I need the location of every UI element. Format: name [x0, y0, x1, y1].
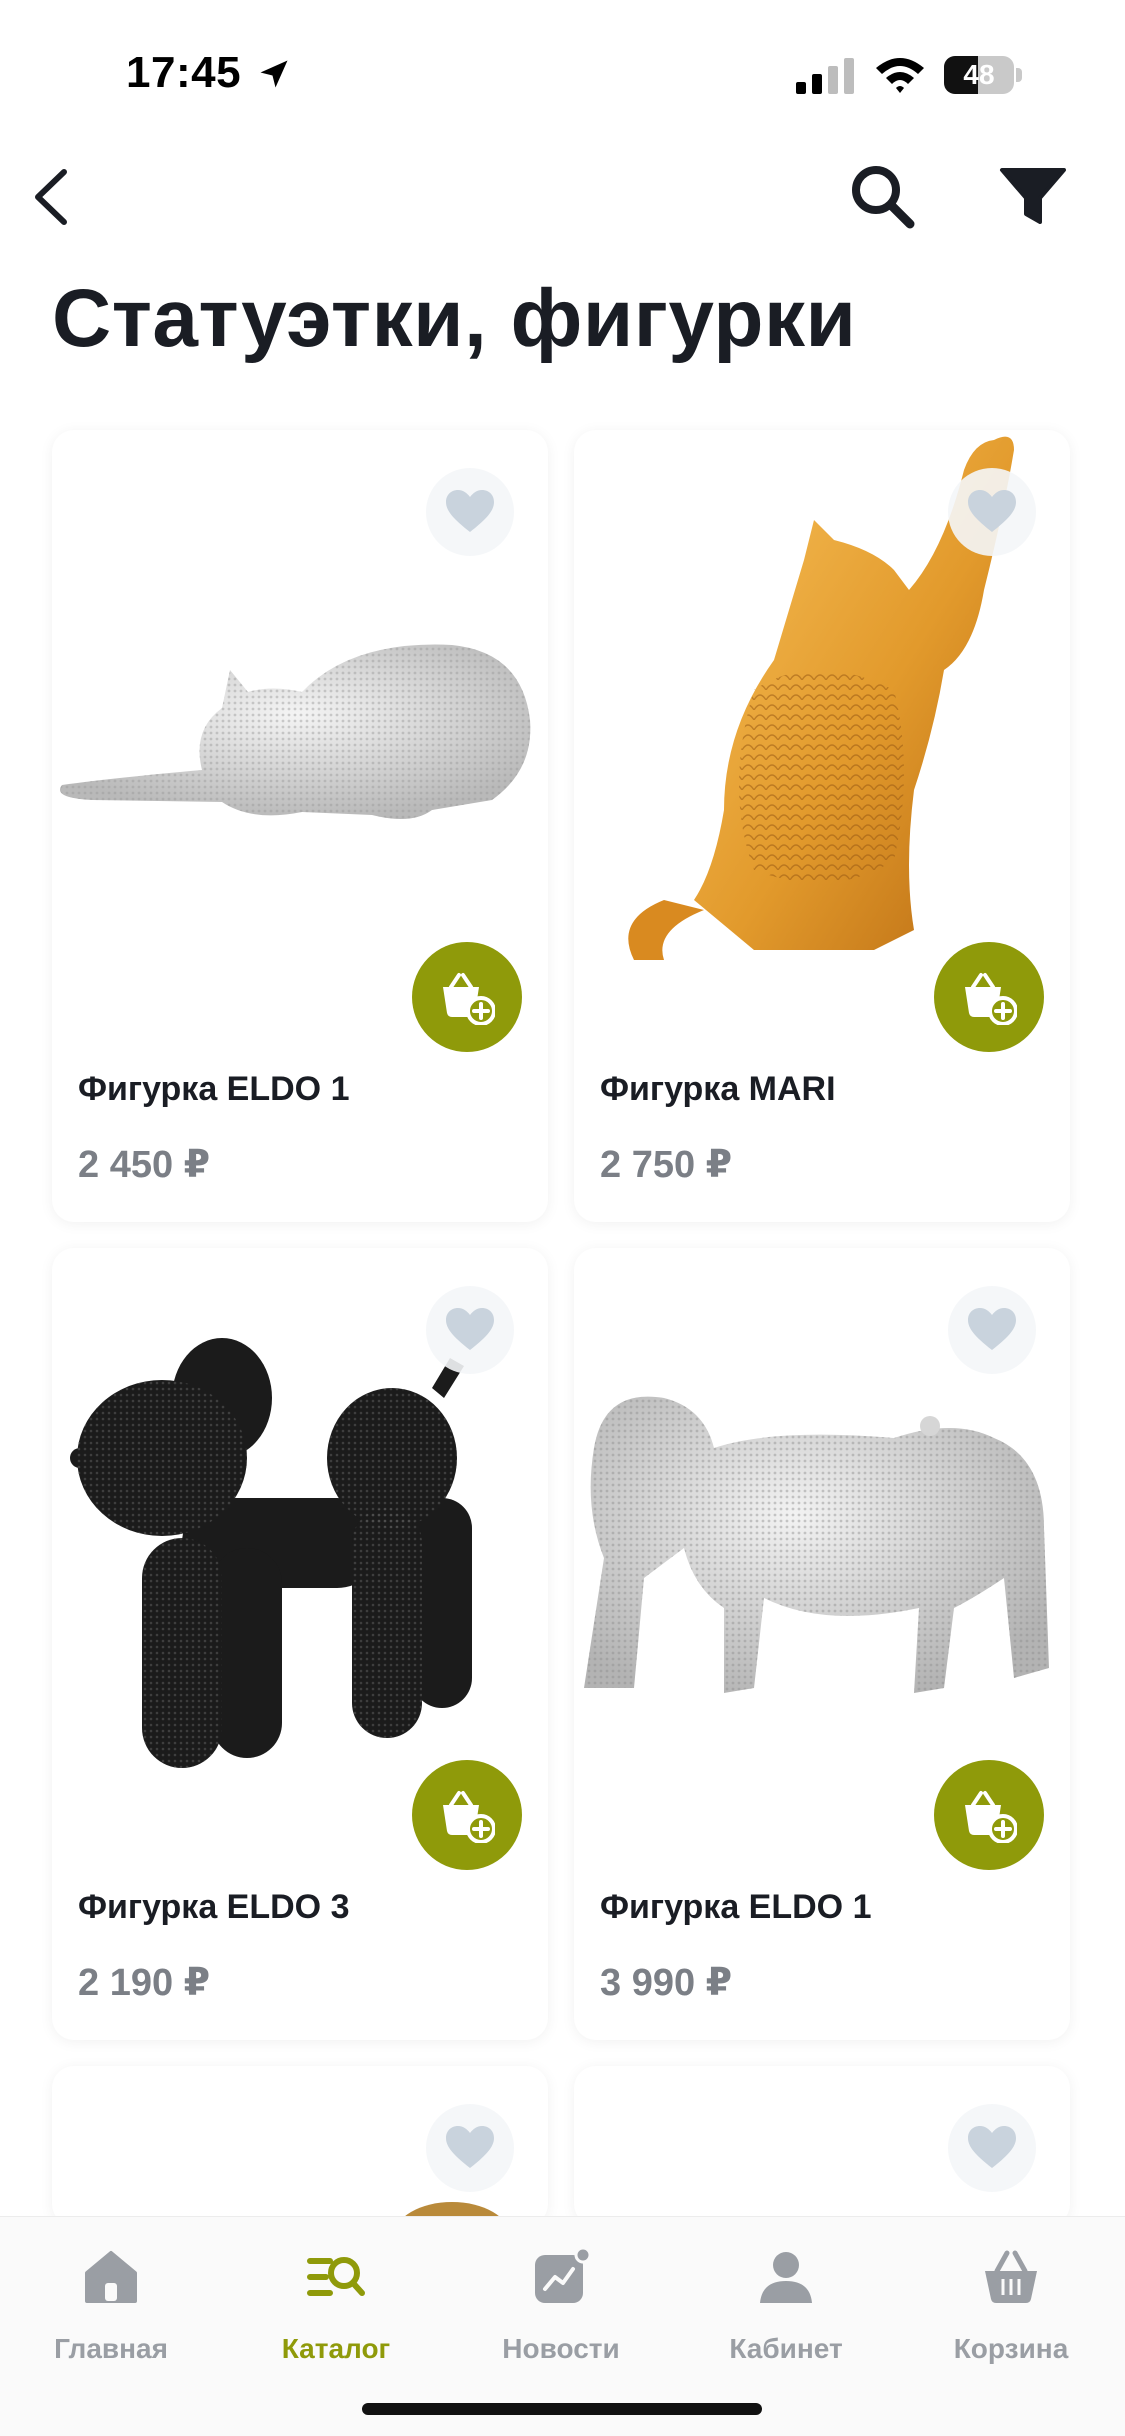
tab-profile[interactable]: Кабинет — [676, 2247, 896, 2387]
product-price: 2 750 ₽ — [600, 1144, 733, 1186]
tab-label: Каталог — [281, 2333, 391, 2364]
bottom-tab-bar: Главная Каталог Новости Кабинет Корзина — [0, 2216, 1125, 2436]
favorite-button[interactable] — [948, 2104, 1036, 2192]
battery-indicator: 48 — [944, 56, 1022, 94]
product-price: 2 450 ₽ — [78, 1144, 211, 1186]
catalog-search-icon — [307, 2257, 365, 2296]
product-card[interactable]: Фигурка MARI 2 750 ₽ — [574, 430, 1070, 1222]
favorite-button[interactable] — [426, 2104, 514, 2192]
add-to-basket-icon — [965, 973, 1017, 1025]
favorite-button[interactable] — [426, 468, 514, 556]
profile-icon — [760, 2252, 812, 2303]
heart-icon — [968, 1308, 1016, 1350]
heart-icon — [446, 2126, 494, 2168]
heart-icon — [968, 2126, 1016, 2168]
tab-cart[interactable]: Корзина — [901, 2247, 1121, 2387]
status-time: 17:45 — [126, 48, 242, 97]
heart-icon — [446, 1308, 494, 1350]
basket-icon — [985, 2250, 1037, 2303]
home-icon — [85, 2251, 137, 2303]
location-arrow-icon — [260, 60, 288, 88]
product-card[interactable]: Фигурка ELDO 1 2 450 ₽ — [52, 430, 548, 1222]
product-card[interactable] — [574, 2066, 1070, 2226]
tab-label: Корзина — [953, 2333, 1069, 2364]
add-to-cart-button[interactable] — [412, 1760, 522, 1870]
tab-label: Главная — [54, 2333, 168, 2364]
tab-catalog[interactable]: Каталог — [226, 2247, 446, 2387]
heart-icon — [446, 490, 494, 532]
add-to-cart-button[interactable] — [934, 942, 1044, 1052]
product-card[interactable]: Фигурка ELDO 3 2 190 ₽ — [52, 1248, 548, 2040]
add-to-cart-button[interactable] — [412, 942, 522, 1052]
product-name[interactable]: Фигурка ELDO 1 — [600, 1888, 872, 1927]
page-title: Статуэтки, фигурки — [52, 273, 857, 364]
heart-icon — [968, 490, 1016, 532]
product-name[interactable]: Фигурка ELDO 3 — [78, 1888, 350, 1927]
home-indicator — [362, 2403, 762, 2415]
news-chart-icon — [535, 2247, 591, 2303]
add-to-basket-icon — [965, 1791, 1017, 1843]
favorite-button[interactable] — [948, 468, 1036, 556]
add-to-basket-icon — [443, 1791, 495, 1843]
battery-level-text: 48 — [963, 59, 995, 90]
product-price: 3 990 ₽ — [600, 1962, 733, 2004]
search-icon[interactable] — [846, 160, 918, 232]
tab-news[interactable]: Новости — [451, 2247, 671, 2387]
product-card[interactable]: Фигурка ELDO 1 3 990 ₽ — [574, 1248, 1070, 2040]
favorite-button[interactable] — [948, 1286, 1036, 1374]
wifi-icon — [876, 58, 924, 93]
add-to-basket-icon — [443, 973, 495, 1025]
product-card[interactable] — [52, 2066, 548, 2226]
product-price: 2 190 ₽ — [78, 1962, 211, 2004]
back-button[interactable] — [26, 164, 80, 230]
add-to-cart-button[interactable] — [934, 1760, 1044, 1870]
tab-label: Кабинет — [729, 2333, 843, 2364]
tab-home[interactable]: Главная — [1, 2247, 221, 2387]
product-name[interactable]: Фигурка MARI — [600, 1070, 836, 1109]
product-name[interactable]: Фигурка ELDO 1 — [78, 1070, 350, 1109]
favorite-button[interactable] — [426, 1286, 514, 1374]
cellular-signal-icon — [796, 58, 854, 94]
status-bar: 17:45 48 — [0, 0, 1125, 150]
filter-icon[interactable] — [998, 164, 1068, 230]
tab-label: Новости — [502, 2333, 620, 2364]
